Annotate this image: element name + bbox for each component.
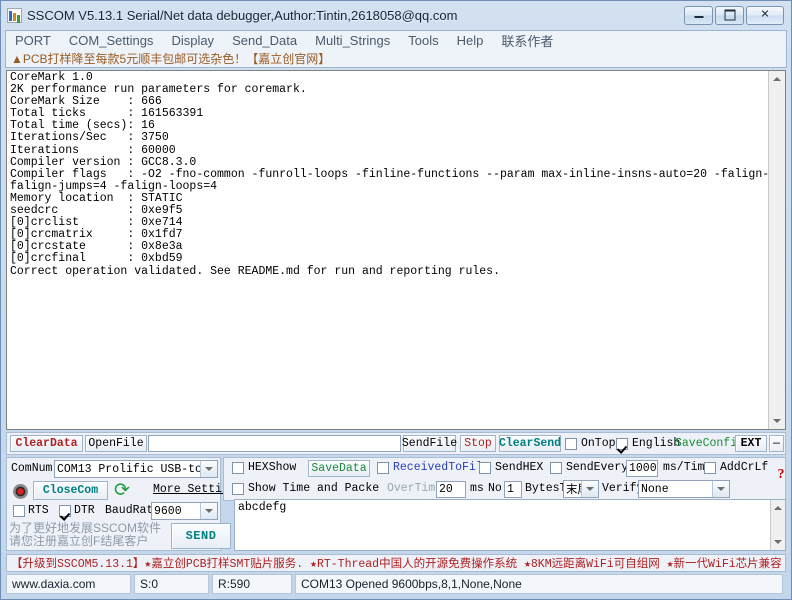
- minimize-button[interactable]: [684, 5, 713, 25]
- send-button[interactable]: SEND: [171, 523, 231, 549]
- send-textarea[interactable]: abcdefg: [235, 500, 770, 550]
- close-icon: ✕: [760, 8, 770, 21]
- stop-button[interactable]: Stop: [460, 435, 496, 452]
- send-hex-checkbox[interactable]: [479, 462, 491, 474]
- promo-strip-text: 【升级到SSCOM5.13.1】★嘉立创PCB打样SMT贴片服务. ★RT-Th…: [11, 558, 782, 571]
- status-sent-count: S:0: [134, 574, 209, 594]
- ext-button[interactable]: EXT: [735, 435, 767, 452]
- baud-rate-select[interactable]: 9600: [151, 502, 218, 520]
- on-top-label: OnTop: [581, 437, 616, 450]
- send-scrollbar[interactable]: [770, 500, 785, 550]
- hex-show-checkbox[interactable]: [232, 462, 244, 474]
- scroll-down-icon[interactable]: [769, 413, 785, 429]
- rts-label: RTS: [28, 504, 49, 517]
- send-hex-label: SendHEX: [495, 461, 544, 474]
- close-button[interactable]: ✕: [746, 5, 784, 25]
- com-status-light-icon: [10, 482, 30, 500]
- on-top-checkbox[interactable]: [565, 438, 577, 450]
- send-file-path-input[interactable]: [148, 435, 401, 452]
- receive-scrollbar[interactable]: [768, 71, 785, 429]
- scroll-up-icon[interactable]: [771, 500, 785, 516]
- register-note: 为了更好地发展SSCOM软件 请您注册嘉立创F结尾客户: [9, 522, 164, 548]
- english-label: English: [632, 437, 681, 450]
- chevron-down-icon[interactable]: [200, 461, 217, 477]
- show-time-checkbox[interactable]: [232, 483, 244, 495]
- verify-value: None: [641, 482, 669, 496]
- receive-textarea[interactable]: CoreMark 1.0 2K performance run paramete…: [7, 71, 768, 429]
- add-crlf-checkbox[interactable]: [704, 462, 716, 474]
- no-input[interactable]: 1: [504, 481, 522, 498]
- promo-banner-text: ▲PCB打样降至每款5元顺丰包邮可选杂色！【嘉立创官网】: [11, 52, 331, 66]
- menu-item-send-data[interactable]: Send_Data: [223, 31, 306, 50]
- send-area: abcdefg: [234, 499, 786, 551]
- scroll-up-icon[interactable]: [769, 71, 785, 87]
- no-label: No: [488, 482, 502, 495]
- menu-item-tools[interactable]: Tools: [399, 31, 447, 50]
- dtr-label: DTR: [74, 504, 95, 517]
- open-file-button[interactable]: OpenFile: [85, 435, 147, 452]
- bytes-to-value: 末尾: [566, 484, 581, 497]
- overtime-unit-label: ms: [470, 482, 484, 495]
- english-checkbox[interactable]: [616, 438, 628, 450]
- window-title: SSCOM V5.13.1 Serial/Net data debugger,A…: [27, 7, 458, 23]
- receive-area: CoreMark 1.0 2K performance run paramete…: [6, 70, 786, 430]
- send-every-checkbox[interactable]: [550, 462, 562, 474]
- hex-show-label: HEXShow: [248, 461, 297, 474]
- dtr-checkbox[interactable]: [59, 505, 71, 517]
- maximize-button[interactable]: [715, 5, 744, 25]
- menu-item-display[interactable]: Display: [162, 31, 223, 50]
- overtime-input[interactable]: 20: [436, 481, 466, 498]
- received-to-file-checkbox[interactable]: [377, 462, 389, 474]
- register-note-line2: 请您注册嘉立创F结尾客户: [9, 534, 149, 548]
- main-window: SSCOM V5.13.1 Serial/Net data debugger,A…: [0, 0, 792, 600]
- promo-banner-bar[interactable]: ▲PCB打样降至每款5元顺丰包邮可选杂色！【嘉立创官网】: [5, 50, 787, 68]
- status-connection: COM13 Opened 9600bps,8,1,None,None: [295, 574, 783, 594]
- rts-checkbox[interactable]: [13, 505, 25, 517]
- received-to-file-label: ReceivedToFile: [393, 461, 490, 474]
- send-every-label: SendEvery:: [566, 461, 636, 474]
- collapse-button[interactable]: —: [769, 435, 784, 452]
- app-icon: [7, 7, 22, 23]
- help-icon[interactable]: ?: [775, 467, 787, 482]
- bytes-to-select[interactable]: 末尾: [563, 480, 599, 498]
- chevron-down-icon[interactable]: [581, 481, 598, 497]
- promo-strip[interactable]: 【升级到SSCOM5.13.1】★嘉立创PCB打样SMT贴片服务. ★RT-Th…: [6, 554, 786, 572]
- maximize-icon: [724, 9, 735, 21]
- baud-rate-value: 9600: [154, 504, 182, 518]
- send-file-button[interactable]: SendFile: [402, 435, 457, 452]
- status-received-count: R:590: [212, 574, 292, 594]
- com-port-value: COM13 Prolific USB-to-Seri: [57, 462, 200, 476]
- com-port-select[interactable]: COM13 Prolific USB-to-Seri: [54, 460, 218, 478]
- status-site[interactable]: www.daxia.com: [6, 574, 131, 594]
- save-config-button[interactable]: SaveConfig: [675, 437, 744, 450]
- scroll-down-icon[interactable]: [771, 534, 785, 550]
- send-every-unit-label: ms/Tim: [663, 461, 705, 474]
- close-com-button[interactable]: CloseCom: [33, 481, 108, 500]
- save-data-button[interactable]: SaveData: [308, 460, 370, 477]
- menu-item-multi-strings[interactable]: Multi_Strings: [306, 31, 399, 50]
- chevron-down-icon[interactable]: [200, 503, 217, 519]
- verify-select[interactable]: None: [638, 480, 730, 498]
- clear-send-button[interactable]: ClearSend: [499, 435, 561, 452]
- menu-bar: PORT COM_Settings Display Send_Data Mult…: [5, 30, 787, 50]
- chevron-down-icon[interactable]: [712, 481, 729, 497]
- add-crlf-label: AddCrLf: [720, 461, 769, 474]
- title-bar: SSCOM V5.13.1 Serial/Net data debugger,A…: [2, 2, 790, 28]
- window-controls: ✕: [684, 5, 790, 25]
- menu-item-port[interactable]: PORT: [6, 31, 60, 50]
- minimize-icon: [694, 16, 703, 18]
- send-every-input[interactable]: 1000: [626, 460, 658, 477]
- menu-item-com-settings[interactable]: COM_Settings: [60, 31, 163, 50]
- refresh-icon[interactable]: ⟳: [111, 481, 133, 500]
- clear-data-button[interactable]: ClearData: [10, 435, 83, 452]
- title-bar-left: SSCOM V5.13.1 Serial/Net data debugger,A…: [2, 7, 684, 23]
- com-num-label: ComNum: [11, 462, 53, 475]
- menu-item-contact-author[interactable]: 联系作者: [492, 29, 562, 52]
- show-time-label: Show Time and Packe: [248, 482, 380, 495]
- status-bar: www.daxia.com S:0 R:590 COM13 Opened 960…: [6, 574, 786, 594]
- menu-item-help[interactable]: Help: [448, 31, 493, 50]
